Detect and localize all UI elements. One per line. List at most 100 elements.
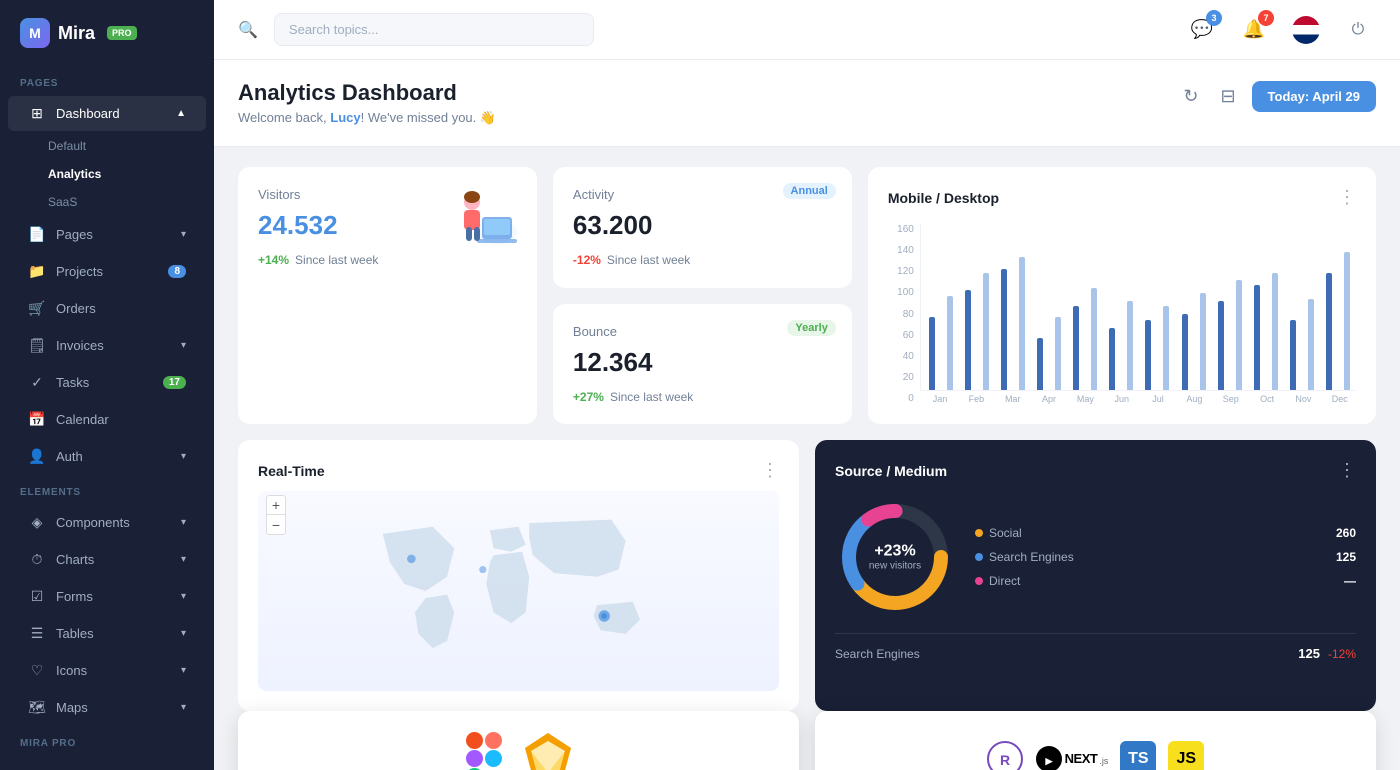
bar-dec-dark [1326,273,1332,390]
zoom-in-button[interactable]: + [266,495,286,515]
sidebar-subitem-saas[interactable]: SaaS [0,188,214,216]
refresh-icon[interactable]: ↻ [1177,80,1204,113]
bar-jul-dark [1145,320,1151,390]
sidebar-item-projects[interactable]: 📁 Projects 8 [8,254,206,289]
donut-sub: new visitors [869,561,921,572]
visitors-since: Since last week [295,253,378,267]
us-flag-icon [1292,16,1320,44]
activity-card: Annual Activity 63.200 -12% Since last w… [553,167,852,288]
tech-card-right: R ▶ NEXT .js TS JS [815,711,1376,770]
sidebar-subitem-analytics[interactable]: Analytics [0,160,214,188]
projects-icon: 📁 [28,263,46,280]
activity-value: 63.200 [573,210,832,241]
bar-aug-dark [1182,314,1188,390]
map-controls: + − [266,495,286,535]
sidebar-item-charts[interactable]: ⏱ Charts ▾ [8,542,206,577]
bar-jan-light [947,296,953,390]
source-menu-icon[interactable]: ⋮ [1338,460,1356,481]
sidebar-item-dashboard[interactable]: ⊞ Dashboard ▲ [8,96,206,131]
zoom-out-button[interactable]: − [266,515,286,535]
activity-since: Since last week [607,253,690,267]
bounce-since: Since last week [610,390,693,404]
sidebar-item-tables[interactable]: ☰ Tables ▾ [8,616,206,651]
dashboard-icon: ⊞ [28,105,46,122]
activity-badge: Annual [783,183,836,199]
activity-footer: -12% Since last week [573,253,832,267]
auth-icon: 👤 [28,448,46,465]
sidebar-item-pages[interactable]: 📄 Pages ▾ [8,217,206,252]
chevron-down-icon-7: ▾ [181,628,186,639]
legend-dot-direct [975,577,983,585]
bounce-footer: +27% Since last week [573,390,832,404]
filter-icon[interactable]: ⊟ [1214,80,1241,113]
legend-val-direct: — [1344,574,1356,588]
power-button[interactable]: ⏻ [1340,12,1376,48]
sidebar-item-components[interactable]: ◈ Components ▾ [8,505,206,540]
chart-header: Mobile / Desktop ⋮ [888,187,1356,208]
sidebar-item-orders[interactable]: 🛒 Orders [8,291,206,326]
chevron-down-icon-3: ▾ [181,451,186,462]
legend-dot-social [975,529,983,537]
javascript-logo: JS [1168,741,1204,770]
chevron-down-icon-4: ▾ [181,517,186,528]
search-box[interactable]: Search topics... [274,13,594,46]
bar-mar-dark [1001,269,1007,391]
today-button[interactable]: Today: April 29 [1252,81,1376,112]
bar-jun-light [1127,301,1133,390]
chevron-down-icon-9: ▾ [181,702,186,713]
sidebar-label-projects: Projects [56,264,103,279]
search-placeholder: Search topics... [289,22,379,37]
legend-val-search: 125 [1336,550,1356,564]
sidebar-label-components: Components [56,515,130,530]
bar-chart: 160 140 120 100 80 60 40 20 0 [888,224,1356,404]
chevron-down-icon-6: ▾ [181,591,186,602]
source-legend: Social 260 Search Engines 125 [975,526,1356,588]
bounce-value: 12.364 [573,347,832,378]
source-title: Source / Medium [835,463,947,479]
messages-button[interactable]: 💬 3 [1184,12,1220,48]
bar-apr-dark [1037,338,1043,390]
messages-badge: 3 [1206,10,1222,26]
sidebar-label-forms: Forms [56,589,93,604]
chart-title: Mobile / Desktop [888,190,999,206]
visitors-card: Visitors 24.532 +14% Since last week [238,167,537,424]
sidebar-item-calendar[interactable]: 📅 Calendar [8,402,206,437]
power-icon: ⏻ [1352,21,1365,39]
chevron-down-icon: ▾ [181,229,186,240]
sidebar-item-maps[interactable]: 🗺 Maps ▾ [8,690,206,725]
activity-change: -12% [573,253,601,267]
sidebar-item-forms[interactable]: ☑ Forms ▾ [8,579,206,614]
sidebar-subitem-default[interactable]: Default [0,132,214,160]
notifications-button[interactable]: 🔔 7 [1236,12,1272,48]
tech-card-left [238,711,799,770]
sidebar-label-dashboard: Dashboard [56,106,120,121]
search-magnifier-icon: 🔍 [238,20,258,40]
visitor-illustration [437,177,527,257]
sidebar-item-auth[interactable]: 👤 Auth ▾ [8,439,206,474]
figma-logo [465,731,503,770]
map-menu-icon[interactable]: ⋮ [761,460,779,481]
sidebar-item-tasks[interactable]: ✓ Tasks 17 [8,365,206,400]
calendar-icon: 📅 [28,411,46,428]
sidebar-item-icons[interactable]: ♡ Icons ▾ [8,653,206,688]
bar-jan-dark [929,317,935,390]
sidebar-item-invoices[interactable]: 🗒 Invoices ▾ [8,328,206,363]
pro-badge: PRO [107,26,137,40]
sidebar-label-maps: Maps [56,700,88,715]
flag-button[interactable] [1288,12,1324,48]
sidebar: M Mira PRO PAGES ⊞ Dashboard ▲ Default A… [0,0,214,770]
bar-sep-light [1236,280,1242,390]
bar-mar-light [1019,257,1025,390]
chart-menu-icon[interactable]: ⋮ [1338,187,1356,208]
logo-icon: M [20,18,50,48]
sidebar-label-icons: Icons [56,663,87,678]
orders-icon: 🛒 [28,300,46,317]
legend-label-direct: Direct [989,574,1020,588]
redux-logo: R [987,741,1023,770]
bar-sep-dark [1218,301,1224,390]
typescript-logo: TS [1120,741,1156,770]
sidebar-label-auth: Auth [56,449,83,464]
app-logo[interactable]: M Mira PRO [0,0,214,66]
tasks-icon: ✓ [28,374,46,391]
notifications-badge: 7 [1258,10,1274,26]
